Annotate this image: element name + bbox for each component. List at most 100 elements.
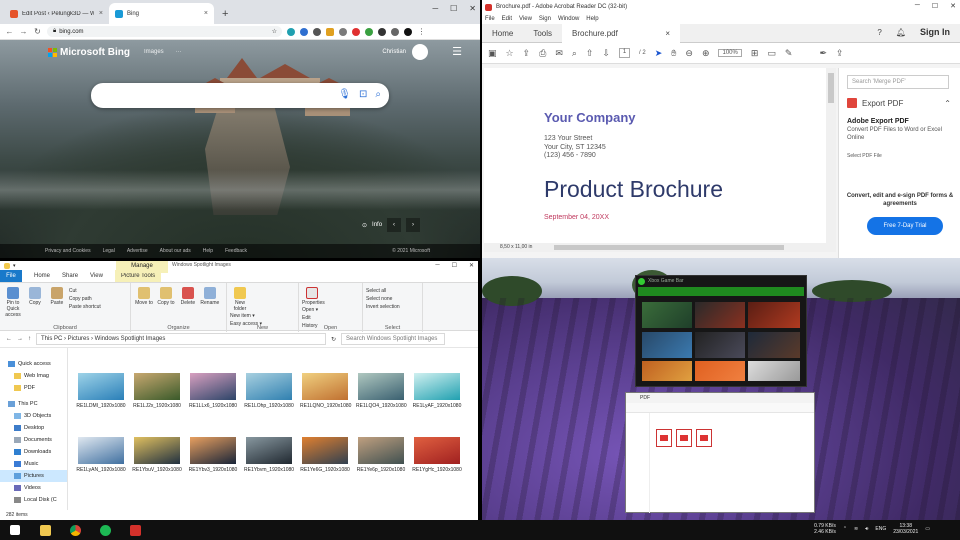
delete-button[interactable]: Delete bbox=[178, 287, 198, 306]
chevron-up-icon[interactable]: ⌃ bbox=[944, 99, 951, 108]
nav-videos[interactable]: Videos bbox=[0, 482, 67, 494]
forward-icon[interactable]: → bbox=[17, 336, 23, 342]
file-thumbnail[interactable]: RE1YbuV_1920x1080 bbox=[132, 437, 182, 473]
nav-downloads[interactable]: Downloads bbox=[0, 446, 67, 458]
clock[interactable]: 13:38 23/03/2021 bbox=[893, 523, 918, 535]
bell-icon[interactable]: 🔔︎ bbox=[896, 28, 906, 37]
file-thumbnail[interactable]: RE1LOhp_1920x1080 bbox=[244, 373, 294, 409]
nav-pdf[interactable]: PDF bbox=[0, 382, 67, 394]
vertical-scrollbar[interactable] bbox=[826, 68, 836, 243]
search-icon[interactable]: ⌕ bbox=[375, 89, 381, 100]
keyboard-language[interactable]: ENG bbox=[875, 526, 886, 532]
footer-link[interactable]: About our ads bbox=[160, 248, 191, 254]
tab-wordpress[interactable]: Edit Post ‹ Pelungk3D — WordPress × bbox=[4, 3, 109, 24]
game-tile[interactable] bbox=[748, 302, 800, 328]
tab-tools[interactable]: Tools bbox=[523, 24, 562, 43]
maximize-icon[interactable]: ☐ bbox=[450, 4, 457, 13]
extension-icon[interactable] bbox=[339, 27, 347, 36]
file-thumbnail[interactable]: RE1YgHc_1920x1080 bbox=[412, 437, 462, 473]
comment-icon[interactable]: ▭ bbox=[767, 48, 776, 59]
copy-button[interactable]: Copy bbox=[25, 287, 45, 306]
game-tile[interactable] bbox=[695, 332, 745, 358]
zoom-out-icon[interactable]: ⊖ bbox=[685, 48, 693, 59]
help-icon[interactable]: ? bbox=[877, 28, 881, 37]
minimize-icon[interactable]: ─ bbox=[435, 262, 439, 269]
user-name[interactable]: Christian bbox=[382, 49, 406, 55]
draw-icon[interactable]: ✎ bbox=[785, 48, 793, 59]
pdf-folder-window[interactable]: PDF bbox=[625, 392, 815, 513]
free-trial-button[interactable]: Free 7-Day Trial bbox=[867, 217, 943, 235]
file-thumbnail[interactable]: RE1Ybv3_1920x1080 bbox=[188, 437, 238, 473]
extension-icon[interactable] bbox=[287, 27, 295, 36]
game-tile[interactable] bbox=[748, 361, 800, 381]
close-icon[interactable]: ✕ bbox=[950, 2, 956, 10]
game-tile[interactable] bbox=[748, 332, 800, 358]
menu-sign[interactable]: Sign bbox=[539, 16, 551, 22]
new-item-button[interactable]: New item ▾ bbox=[230, 312, 274, 320]
bing-logo[interactable]: Microsoft Bing bbox=[48, 47, 130, 58]
select-file-label[interactable]: Select PDF File bbox=[847, 152, 951, 160]
bookmark-star-icon[interactable]: ☆ bbox=[506, 48, 514, 59]
start-button[interactable] bbox=[0, 520, 30, 540]
search-input[interactable]: Search Windows Spotlight Images bbox=[341, 333, 446, 345]
file-thumbnail[interactable]: RE1LQO4_1920x1080 bbox=[356, 373, 407, 409]
nav-web-images[interactable]: Web Imag bbox=[0, 370, 67, 382]
taskbar-chrome[interactable] bbox=[60, 520, 90, 540]
rename-button[interactable]: Rename bbox=[200, 287, 220, 306]
tab-bing[interactable]: Bing × bbox=[109, 3, 214, 24]
file-thumbnail[interactable]: RE1LyAF_1920x1080 bbox=[412, 373, 462, 409]
close-tab-icon[interactable]: × bbox=[204, 10, 208, 17]
taskbar-acrobat[interactable] bbox=[120, 520, 150, 540]
fit-page-icon[interactable]: ⊞ bbox=[751, 48, 759, 59]
tab-file[interactable]: File bbox=[0, 270, 22, 282]
copy-path-button[interactable]: Copy path bbox=[69, 295, 115, 303]
share-icon[interactable]: ⇪ bbox=[836, 48, 844, 59]
pin-quick-access-button[interactable]: Pin to Quick access bbox=[3, 287, 23, 318]
next-image-icon[interactable]: › bbox=[406, 218, 421, 232]
game-tile[interactable] bbox=[642, 332, 692, 358]
footer-link[interactable]: Legal bbox=[103, 248, 115, 254]
select-all-button[interactable]: Select all bbox=[366, 287, 419, 295]
game-tile[interactable] bbox=[695, 302, 745, 328]
nav-this-pc[interactable]: This PC bbox=[0, 398, 67, 410]
file-thumbnail[interactable]: RE1LDMI_1920x1080 bbox=[76, 373, 126, 409]
up-icon[interactable]: ↑ bbox=[28, 336, 31, 342]
bookmark-star-icon[interactable]: ☆ bbox=[272, 28, 277, 35]
maximize-icon[interactable]: ☐ bbox=[932, 2, 938, 10]
paste-shortcut-button[interactable]: Paste shortcut bbox=[69, 303, 115, 311]
select-none-button[interactable]: Select none bbox=[366, 295, 419, 303]
extension-icon[interactable] bbox=[352, 27, 360, 36]
visual-search-icon[interactable]: ⊡ bbox=[359, 89, 367, 100]
mail-icon[interactable]: ✉ bbox=[555, 48, 563, 59]
open-button[interactable]: Open ▾ bbox=[302, 306, 338, 314]
extension-icon[interactable] bbox=[378, 27, 386, 36]
game-tile[interactable] bbox=[695, 361, 745, 381]
back-icon[interactable]: ← bbox=[6, 336, 12, 342]
hand-tool-icon[interactable]: ✋︎ bbox=[671, 48, 676, 59]
file-thumbnail[interactable]: RE1Ybvm_1920x1080 bbox=[244, 437, 294, 473]
footer-link[interactable]: Advertise bbox=[127, 248, 148, 254]
close-icon[interactable]: ✕ bbox=[469, 262, 474, 269]
maximize-icon[interactable]: ☐ bbox=[452, 262, 457, 269]
notification-icon[interactable]: ▭ bbox=[925, 526, 930, 532]
taskbar-explorer[interactable] bbox=[30, 520, 60, 540]
zoom-search-icon[interactable]: ⌕ bbox=[572, 48, 577, 59]
refresh-icon[interactable]: ↻ bbox=[331, 336, 336, 343]
file-thumbnail[interactable]: RE1LJ2x_1920x1080 bbox=[132, 373, 182, 409]
profile-avatar[interactable] bbox=[404, 27, 412, 36]
copy-to-button[interactable]: Copy to bbox=[156, 287, 176, 306]
properties-button[interactable]: Properties bbox=[302, 287, 325, 306]
file-thumbnail[interactable]: RE1LQNO_1920x1080 bbox=[300, 373, 351, 409]
page-number-input[interactable]: 1 bbox=[619, 48, 631, 58]
footer-link[interactable]: Feedback bbox=[225, 248, 247, 254]
nav-music[interactable]: Music bbox=[0, 458, 67, 470]
bing-nav-images[interactable]: Images bbox=[144, 49, 164, 55]
next-page-icon[interactable]: ⇩ bbox=[602, 48, 610, 59]
tab-document[interactable]: Brochure.pdf × bbox=[562, 23, 681, 43]
upload-icon[interactable]: ⇪ bbox=[523, 48, 531, 59]
new-folder-button[interactable]: New folder bbox=[230, 287, 250, 312]
tab-share[interactable]: Share bbox=[62, 273, 78, 279]
export-pdf-header[interactable]: Export PDF ⌃ bbox=[847, 98, 951, 108]
volume-icon[interactable]: 🔊︎ bbox=[865, 526, 868, 532]
extension-icon[interactable] bbox=[365, 27, 373, 36]
